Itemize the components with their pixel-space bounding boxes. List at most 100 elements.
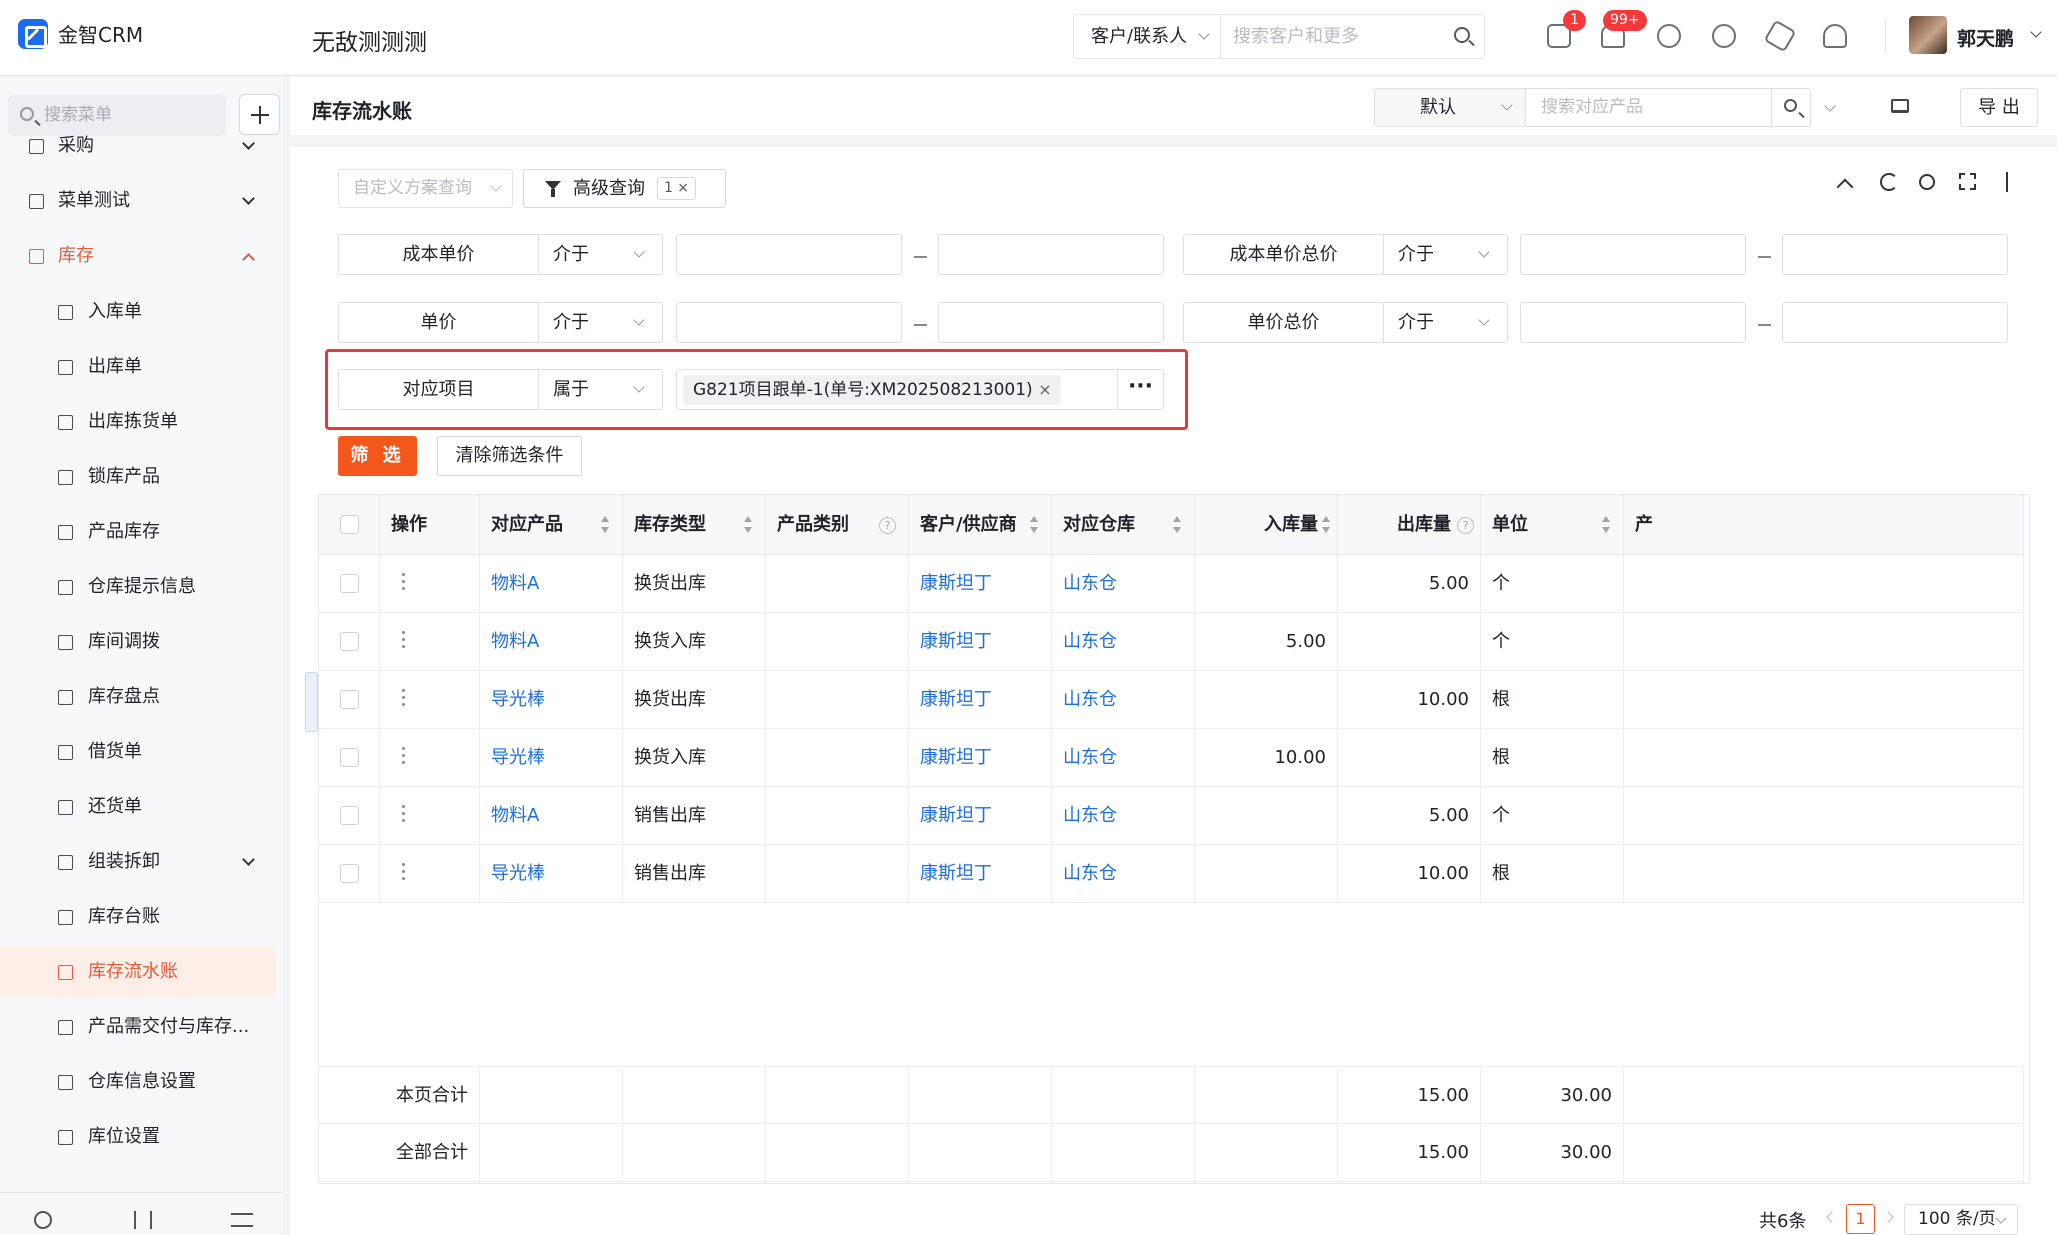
refresh-icon[interactable]	[1880, 173, 1898, 191]
sort-icon[interactable]	[1173, 516, 1181, 534]
product-search-button[interactable]	[1771, 88, 1811, 127]
col-more[interactable]: 产	[1624, 495, 2024, 555]
help-icon[interactable]: ?	[1457, 517, 1474, 534]
sidebar-item-purchase[interactable]: 采购	[0, 120, 283, 172]
search-icon[interactable]	[1454, 27, 1470, 43]
filter-op-cost-price[interactable]: 介于	[539, 234, 663, 275]
panel-collapse-handle[interactable]	[305, 672, 318, 732]
cell-warehouse[interactable]: 山东仓	[1052, 787, 1195, 845]
avatar[interactable]	[1909, 16, 1947, 54]
filter-op-unit-total[interactable]: 介于	[1384, 302, 1508, 343]
select-all-checkbox[interactable]	[340, 515, 359, 534]
more-actions-icon[interactable]	[402, 573, 406, 591]
export-button[interactable]: 导 出	[1960, 88, 2038, 127]
global-search-input[interactable]: 搜索客户和更多	[1233, 15, 1359, 58]
sidebar-item-stocktake[interactable]: 库存盘点	[0, 671, 283, 723]
sidebar-item-outbound[interactable]: 出库单	[0, 341, 283, 393]
cell-warehouse[interactable]: 山东仓	[1052, 671, 1195, 729]
more-actions-icon[interactable]	[402, 747, 406, 765]
sidebar-item-menu-test[interactable]: 菜单测试	[0, 175, 283, 227]
sidebar-item-journal[interactable]: 库存流水账	[0, 946, 276, 998]
cell-warehouse[interactable]: 山东仓	[1052, 729, 1195, 787]
cell-warehouse[interactable]: 山东仓	[1052, 555, 1195, 613]
cell-product[interactable]: 导光棒	[480, 671, 623, 729]
more-actions-icon[interactable]	[402, 631, 406, 649]
row-checkbox[interactable]	[340, 690, 359, 709]
current-page[interactable]: 1	[1846, 1204, 1875, 1234]
sidebar-item-picking[interactable]: 出库拣货单	[0, 396, 283, 448]
cost-total-min-input[interactable]	[1520, 234, 1746, 275]
pie-chart-icon[interactable]	[1712, 24, 1736, 48]
sort-icon[interactable]	[1030, 516, 1038, 534]
view-select[interactable]: 默认	[1374, 88, 1526, 127]
row-checkbox[interactable]	[340, 632, 359, 651]
col-warehouse[interactable]: 对应仓库	[1052, 495, 1195, 555]
history-icon[interactable]	[34, 1211, 52, 1229]
cell-warehouse[interactable]: 山东仓	[1052, 845, 1195, 903]
collapse-menu-icon[interactable]	[231, 1213, 253, 1227]
unit-total-max-input[interactable]	[1782, 302, 2008, 343]
page-size-select[interactable]: 100 条/页	[1904, 1204, 2018, 1235]
cell-product[interactable]: 物料A	[480, 613, 623, 671]
scheme-query-select[interactable]: 自定义方案查询	[338, 169, 513, 208]
sidebar-item-lock-product[interactable]: 锁库产品	[0, 451, 283, 503]
sidebar-item-warehouse-tip[interactable]: 仓库提示信息	[0, 561, 283, 613]
sidebar-item-inventory[interactable]: 库存	[0, 230, 283, 282]
row-checkbox[interactable]	[340, 806, 359, 825]
fullscreen-icon[interactable]	[1959, 173, 1976, 190]
sidebar-item-delivery[interactable]: 产品需交付与库存...	[0, 1001, 283, 1053]
cell-product[interactable]: 物料A	[480, 555, 623, 613]
sidebar-item-settings[interactable]: 仓库信息设置	[0, 1056, 283, 1108]
sidebar-item-return[interactable]: 还货单	[0, 781, 283, 833]
cell-customer[interactable]: 康斯坦丁	[909, 787, 1052, 845]
col-out-qty[interactable]: 出库量?	[1338, 495, 1481, 555]
laptop-icon[interactable]	[1891, 99, 1909, 113]
row-checkbox[interactable]	[340, 748, 359, 767]
cell-customer[interactable]: 康斯坦丁	[909, 613, 1052, 671]
more-actions-icon[interactable]	[402, 805, 406, 823]
user-menu-chevron-icon[interactable]	[2030, 26, 2042, 38]
headset-icon[interactable]	[1823, 24, 1847, 48]
filter-op-unit-price[interactable]: 介于	[539, 302, 663, 343]
cost-total-max-input[interactable]	[1782, 234, 2008, 275]
row-height-icon[interactable]	[2006, 172, 2008, 192]
cell-customer[interactable]: 康斯坦丁	[909, 671, 1052, 729]
filter-button[interactable]: 筛 选	[338, 436, 417, 476]
cell-customer[interactable]: 康斯坦丁	[909, 729, 1052, 787]
cube-icon[interactable]	[1763, 19, 1797, 53]
sort-icon[interactable]	[601, 516, 609, 534]
row-checkbox[interactable]	[340, 864, 359, 883]
filter-settings-icon[interactable]	[134, 1211, 152, 1229]
help-icon[interactable]: ?	[879, 517, 896, 534]
gear-icon[interactable]	[1657, 24, 1681, 48]
advanced-count-badge[interactable]: 1 ×	[657, 177, 696, 200]
filter-op-cost-total[interactable]: 介于	[1384, 234, 1508, 275]
sidebar-item-ledger[interactable]: 库存台账	[0, 891, 283, 943]
cell-product[interactable]: 导光棒	[480, 729, 623, 787]
sidebar-item-transfer[interactable]: 库间调拨	[0, 616, 283, 668]
clear-filter-button[interactable]: 清除筛选条件	[437, 436, 582, 476]
gear-icon[interactable]	[1919, 174, 1935, 190]
unit-price-max-input[interactable]	[938, 302, 1164, 343]
sidebar-item-inbound[interactable]: 入库单	[0, 286, 283, 338]
col-unit[interactable]: 单位	[1481, 495, 1624, 555]
cell-warehouse[interactable]: 山东仓	[1052, 613, 1195, 671]
col-stock-type[interactable]: 库存类型	[623, 495, 766, 555]
cost-price-max-input[interactable]	[938, 234, 1164, 275]
col-in-qty[interactable]: 入库量	[1195, 495, 1338, 555]
cell-customer[interactable]: 康斯坦丁	[909, 845, 1052, 903]
sidebar-item-product-stock[interactable]: 产品库存	[0, 506, 283, 558]
unit-total-min-input[interactable]	[1520, 302, 1746, 343]
more-actions-icon[interactable]	[402, 863, 406, 881]
sidebar-item-location[interactable]: 库位设置	[0, 1111, 283, 1163]
cost-price-min-input[interactable]	[676, 234, 902, 275]
cell-customer[interactable]: 康斯坦丁	[909, 555, 1052, 613]
cell-product[interactable]: 物料A	[480, 787, 623, 845]
col-customer[interactable]: 客户/供应商	[909, 495, 1052, 555]
col-product[interactable]: 对应产品	[480, 495, 623, 555]
search-scope-select[interactable]: 客户/联系人	[1074, 15, 1221, 58]
row-checkbox[interactable]	[340, 574, 359, 593]
sort-icon[interactable]	[744, 516, 752, 534]
advanced-query-button[interactable]: 高级查询 1 ×	[523, 169, 726, 208]
user-name[interactable]: 郭天鹏	[1957, 24, 2014, 51]
